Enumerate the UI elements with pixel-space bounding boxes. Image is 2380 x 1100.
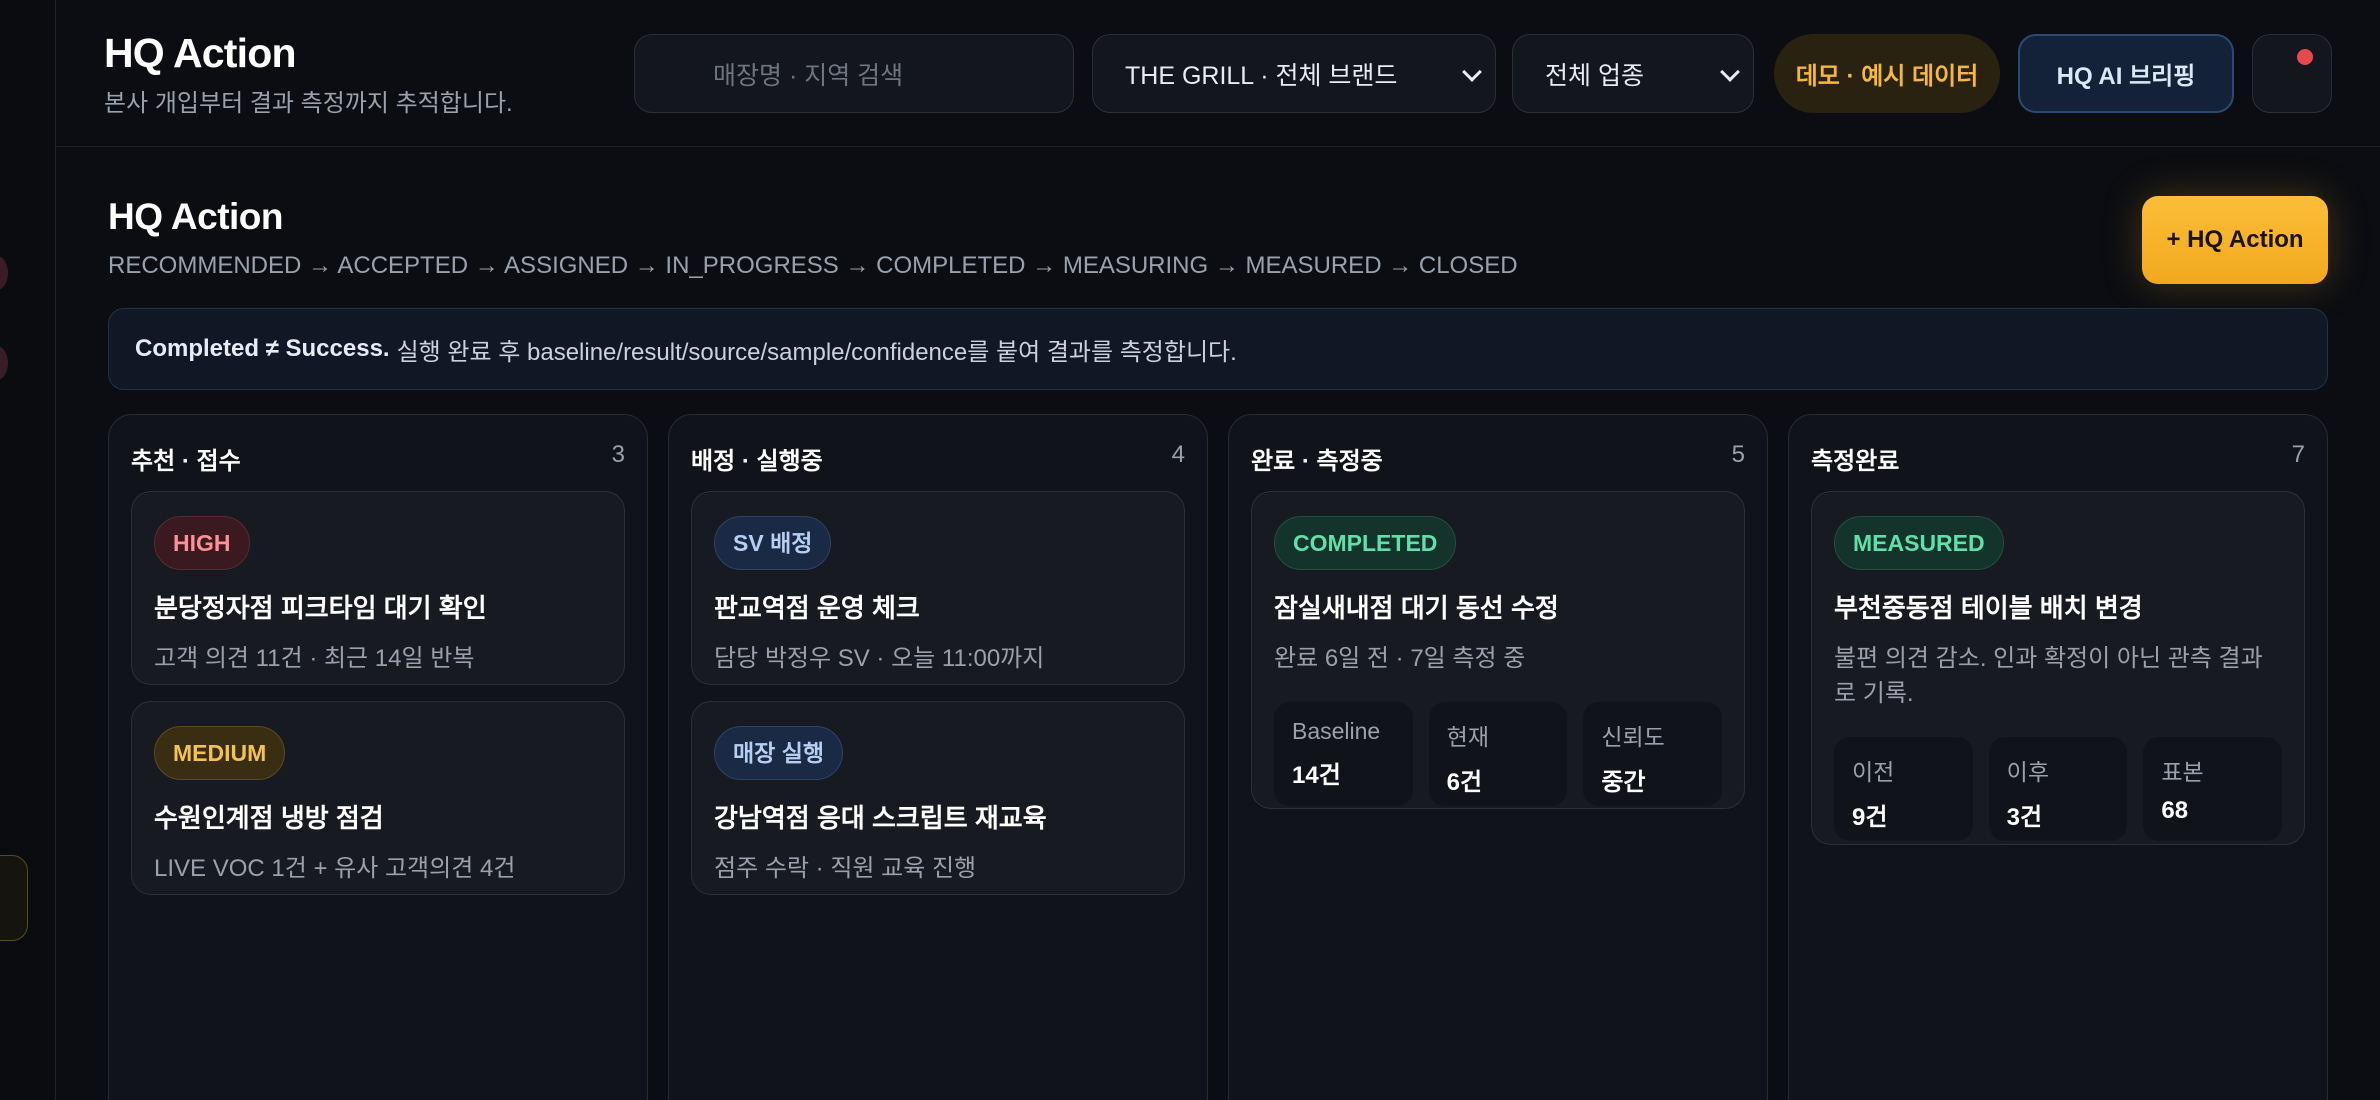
column-title: 배정 · 실행중 xyxy=(691,448,823,475)
notification-dot-icon xyxy=(2297,49,2313,65)
metric-value: 3건 xyxy=(2006,804,2043,831)
metric-value: 14건 xyxy=(1292,762,1341,789)
card-title: 부천중동점 테이블 배치 변경 xyxy=(1834,593,2143,623)
app-subtitle: 본사 개입부터 결과 측정까지 추적합니다. xyxy=(104,90,513,117)
metrics-row: 이전 9건 이후 3건 표본 68 xyxy=(1834,737,2283,841)
action-card[interactable]: 매장 실행 강남역점 응대 스크립트 재교육 점주 수락 · 직원 교육 진행 xyxy=(691,701,1185,895)
column-count: 3 xyxy=(611,441,625,468)
action-card[interactable]: COMPLETED 잠실새내점 대기 동선 수정 완료 6일 전 · 7일 측정… xyxy=(1251,491,1745,809)
metric-value: 68 xyxy=(2161,797,2189,824)
column-measuring: 완료 · 측정중 5 COMPLETED 잠실새내점 대기 동선 수정 완료 6… xyxy=(1228,414,1768,1100)
card-title: 판교역점 운영 체크 xyxy=(714,593,920,623)
metric-value: 중간 xyxy=(1601,769,1646,796)
type-select-value: 전체 업종 xyxy=(1545,61,1644,90)
type-select[interactable]: 전체 업종 xyxy=(1512,34,1754,113)
ai-briefing-button[interactable]: HQ AI 브리핑 xyxy=(2018,34,2234,113)
status-badge: 매장 실행 xyxy=(714,726,844,780)
notice-banner: Completed ≠ Success. 실행 완료 후 baseline/re… xyxy=(108,308,2328,390)
nav-dot[interactable] xyxy=(0,256,8,290)
card-title: 강남역점 응대 스크립트 재교육 xyxy=(714,803,1047,833)
nav-dot[interactable] xyxy=(0,346,8,380)
nav-pill[interactable] xyxy=(0,855,28,941)
chevron-down-icon xyxy=(1462,62,1482,82)
metric-tile: Baseline 14건 xyxy=(1274,702,1413,806)
metric-label: 이후 xyxy=(2006,759,2049,785)
priority-badge: HIGH xyxy=(154,516,250,570)
metric-label: 신뢰도 xyxy=(1601,724,1665,750)
metric-tile: 신뢰도 중간 xyxy=(1583,702,1723,806)
card-subtitle: 점주 수락 · 직원 교육 진행 xyxy=(714,855,977,882)
card-subtitle: 담당 박정우 SV · 오늘 11:00까지 xyxy=(714,645,1045,672)
priority-badge: MEDIUM xyxy=(154,726,286,780)
column-title: 추천 · 접수 xyxy=(131,448,241,475)
column-title: 완료 · 측정중 xyxy=(1251,448,1383,475)
search-placeholder: 매장명 · 지역 검색 xyxy=(713,61,904,90)
metric-value: 6건 xyxy=(1446,769,1483,796)
app-title: HQ Action xyxy=(104,30,297,76)
metric-tile: 이후 3건 xyxy=(1988,737,2128,841)
metric-label: 현재 xyxy=(1446,724,1489,750)
action-card[interactable]: HIGH 분당정자점 피크타임 대기 확인 고객 의견 11건 · 최근 14일… xyxy=(131,491,625,685)
metrics-row: Baseline 14건 현재 6건 신뢰도 중간 xyxy=(1274,702,1723,806)
demo-badge: 데모 · 예시 데이터 xyxy=(1774,34,2000,113)
page-title: HQ Action xyxy=(108,196,284,237)
status-badge: MEASURED xyxy=(1834,516,2004,570)
card-subtitle: 불편 의견 감소. 인과 확정이 아닌 관측 결과로 기록. xyxy=(1834,645,2263,707)
metric-label: 이전 xyxy=(1852,759,1895,785)
card-title: 수원인계점 냉방 점검 xyxy=(154,803,384,833)
column-count: 4 xyxy=(1171,441,1185,468)
column-count: 7 xyxy=(2291,441,2305,468)
metric-label: Baseline xyxy=(1292,718,1381,744)
column-title: 측정완료 xyxy=(1811,448,1900,475)
metric-tile: 표본 68 xyxy=(2143,737,2283,841)
column-count: 5 xyxy=(1731,441,1745,468)
notice-bold: Completed ≠ Success. xyxy=(135,335,390,362)
metric-label: 표본 xyxy=(2161,759,2204,785)
add-hq-action-button[interactable]: + HQ Action xyxy=(2142,196,2328,284)
column-recommended: 추천 · 접수 3 HIGH 분당정자점 피크타임 대기 확인 고객 의견 11… xyxy=(108,414,648,1100)
metric-tile: 현재 6건 xyxy=(1428,702,1568,806)
card-subtitle: 고객 의견 11건 · 최근 14일 반복 xyxy=(154,645,475,672)
status-badge: COMPLETED xyxy=(1274,516,1457,570)
card-subtitle: LIVE VOC 1건 + 유사 고객의견 4건 xyxy=(154,855,516,882)
action-card[interactable]: MEDIUM 수원인계점 냉방 점검 LIVE VOC 1건 + 유사 고객의견… xyxy=(131,701,625,895)
notification-button[interactable] xyxy=(2252,34,2332,113)
brand: HQ Action 본사 개입부터 결과 측정까지 추적합니다. xyxy=(104,30,513,118)
chevron-down-icon xyxy=(1720,62,1740,82)
search-input[interactable]: 매장명 · 지역 검색 xyxy=(634,34,1074,113)
left-rail xyxy=(0,0,56,1100)
card-title: 잠실새내점 대기 동선 수정 xyxy=(1274,593,1559,623)
action-card[interactable]: MEASURED 부천중동점 테이블 배치 변경 불편 의견 감소. 인과 확정… xyxy=(1811,491,2305,845)
brand-select[interactable]: THE GRILL · 전체 브랜드 xyxy=(1092,34,1496,113)
brand-select-value: THE GRILL · 전체 브랜드 xyxy=(1125,61,1398,90)
metric-value: 9건 xyxy=(1852,804,1888,831)
column-in-progress: 배정 · 실행중 4 SV 배정 판교역점 운영 체크 담당 박정우 SV · … xyxy=(668,414,1208,1100)
action-card[interactable]: SV 배정 판교역점 운영 체크 담당 박정우 SV · 오늘 11:00까지 xyxy=(691,491,1185,685)
top-bar: HQ Action 본사 개입부터 결과 측정까지 추적합니다. 매장명 · 지… xyxy=(56,0,2380,147)
card-subtitle: 완료 6일 전 · 7일 측정 중 xyxy=(1274,645,1526,672)
metric-tile: 이전 9건 xyxy=(1834,737,1973,841)
column-measured: 측정완료 7 MEASURED 부천중동점 테이블 배치 변경 불편 의견 감소… xyxy=(1788,414,2328,1100)
status-flow: RECOMMENDED → ACCEPTED → ASSIGNED → IN_P… xyxy=(108,252,1518,279)
card-title: 분당정자점 피크타임 대기 확인 xyxy=(154,593,487,623)
notice-text: 실행 완료 후 baseline/result/source/sample/co… xyxy=(396,338,1237,366)
status-badge: SV 배정 xyxy=(714,516,832,570)
